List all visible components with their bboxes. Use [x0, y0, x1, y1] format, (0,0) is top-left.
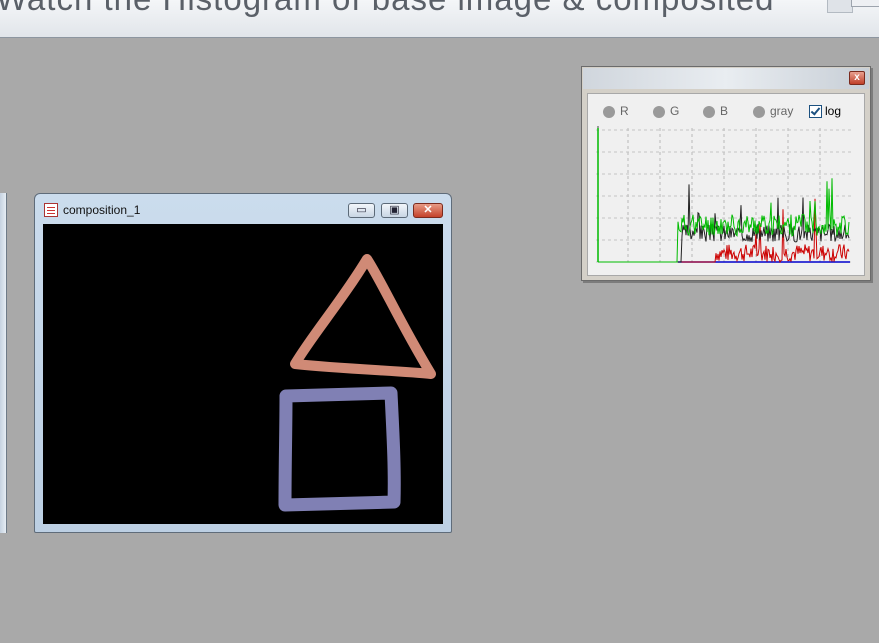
square-shape — [278, 386, 401, 512]
radio-icon — [753, 105, 765, 118]
histogram-window: x R G B gray log — [581, 66, 871, 281]
maximize-button[interactable]: ▣ — [381, 203, 408, 218]
radio-icon — [653, 105, 665, 118]
radio-gray[interactable]: gray — [753, 104, 793, 118]
histogram-plot — [596, 126, 852, 264]
triangle-shape — [290, 254, 436, 379]
partially-hidden-window-edge[interactable] — [0, 193, 7, 533]
histogram-window-titlebar[interactable] — [583, 68, 869, 89]
minimize-icon: ▭ — [356, 204, 367, 216]
histogram-close-button[interactable]: x — [849, 71, 865, 85]
close-button[interactable]: ✕ — [413, 203, 443, 218]
background-window-titlebar[interactable]: Watch the Histogram of base image & comp… — [0, 0, 879, 38]
maximize-icon: ▣ — [389, 204, 400, 216]
radio-g[interactable]: G — [653, 104, 679, 118]
composition-window-title: composition_1 — [63, 203, 141, 217]
radio-icon — [603, 105, 615, 118]
background-window-control[interactable] — [851, 0, 879, 7]
radio-icon — [703, 105, 715, 118]
composition-window: composition_1 ▭ ▣ ✕ — [34, 193, 452, 533]
radio-r[interactable]: R — [603, 104, 629, 118]
image-canvas[interactable] — [43, 224, 443, 524]
background-window-control[interactable] — [827, 0, 853, 13]
checkbox-icon — [809, 105, 822, 119]
minimize-button[interactable]: ▭ — [348, 203, 375, 218]
close-icon: ✕ — [423, 204, 433, 216]
histogram-panel: R G B gray log — [587, 93, 865, 276]
image-window-icon[interactable] — [44, 203, 58, 217]
radio-b[interactable]: B — [703, 104, 728, 118]
log-checkbox[interactable]: log — [809, 104, 841, 119]
background-window-title: Watch the Histogram of base image & comp… — [0, 0, 774, 18]
